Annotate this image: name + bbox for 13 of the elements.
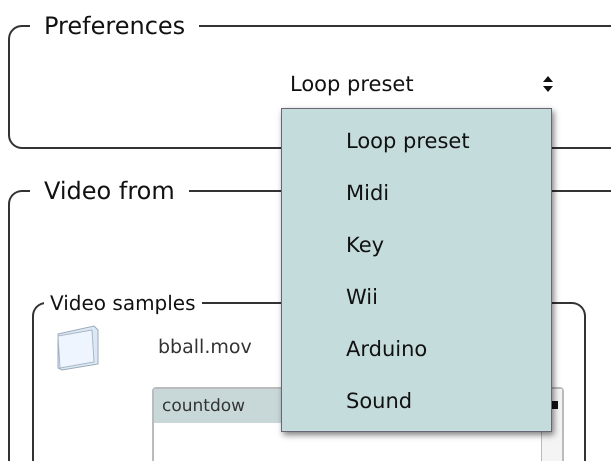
menu-item[interactable]: Wii (346, 277, 551, 329)
menu-item[interactable]: Arduino (346, 329, 551, 381)
list-header: countdow (162, 396, 246, 416)
group-title: Video from (43, 177, 176, 205)
spinner-icon (542, 74, 554, 94)
preset-select[interactable]: Loop preset (290, 72, 554, 96)
menu-item[interactable]: Loop preset (346, 121, 551, 173)
group-title: Preferences (43, 12, 186, 40)
group-title: Video samples (49, 290, 197, 317)
menu-item[interactable]: Sound (346, 381, 551, 433)
menu-item[interactable]: Key (346, 225, 551, 277)
file-name: bball.mov (158, 336, 252, 358)
menu-item[interactable]: Midi (346, 173, 551, 225)
